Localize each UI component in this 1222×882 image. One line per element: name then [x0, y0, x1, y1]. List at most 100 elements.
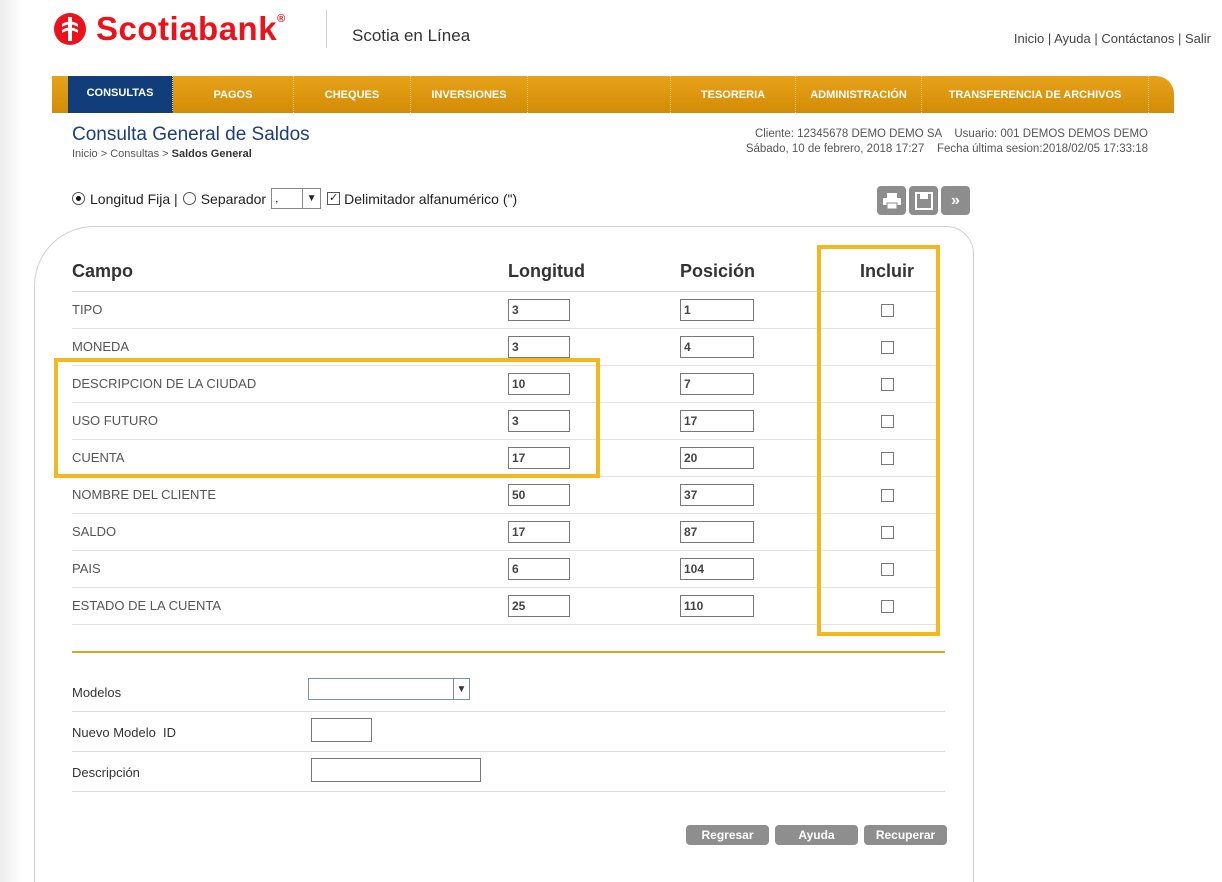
- position-input[interactable]: 20: [680, 446, 754, 469]
- length-input[interactable]: 3: [508, 335, 570, 358]
- nav-cheques[interactable]: CHEQUES: [294, 76, 411, 113]
- separator-value: ,: [275, 191, 279, 205]
- header-campo: Campo: [72, 253, 508, 292]
- nav-transferencia-archivos[interactable]: TRANSFERENCIA DE ARCHIVOS: [922, 76, 1149, 113]
- descripcion-label: Descripción: [72, 765, 140, 780]
- header-posicion: Posición: [680, 253, 834, 292]
- table-row: USO FUTURO 3 17: [72, 402, 940, 440]
- nuevo-modelo-row: Nuevo Modelo ID: [72, 712, 945, 752]
- nav-pagos[interactable]: PAGOS: [173, 76, 294, 113]
- scotiabank-globe-icon: [52, 11, 88, 47]
- table-row: SALDO 17 87: [72, 513, 940, 551]
- length-input[interactable]: 10: [508, 372, 570, 395]
- include-checkbox[interactable]: [880, 415, 894, 429]
- link-inicio[interactable]: Inicio: [1014, 31, 1044, 46]
- length-input[interactable]: 25: [508, 594, 570, 617]
- field-name: PAIS: [72, 550, 508, 588]
- main-nav: CONSULTAS PAGOS CHEQUES INVERSIONES TESO…: [52, 76, 1174, 113]
- ayuda-button[interactable]: Ayuda: [775, 825, 858, 845]
- section-divider: [72, 651, 945, 653]
- save-icon[interactable]: [909, 186, 938, 215]
- chevron-down-icon: ▼: [302, 189, 320, 208]
- position-input[interactable]: 4: [680, 335, 754, 358]
- length-input[interactable]: 17: [508, 446, 570, 469]
- table-row: CUENTA 17 20: [72, 439, 940, 477]
- length-input[interactable]: 17: [508, 520, 570, 543]
- include-checkbox[interactable]: [880, 600, 894, 614]
- client-line: Cliente: 12345678 DEMO DEMO SA Usuario: …: [754, 128, 1148, 140]
- chevron-down-icon: ▼: [453, 679, 469, 699]
- table-row: TIPO 3 1: [72, 291, 940, 329]
- forward-icon[interactable]: »: [941, 186, 970, 215]
- page-title: Consulta General de Saldos: [72, 124, 310, 145]
- descripcion-row: Descripción: [72, 752, 945, 792]
- print-icon[interactable]: [877, 186, 906, 215]
- breadcrumb: Inicio > Consultas > Saldos General: [72, 148, 252, 160]
- nav-tesoreria[interactable]: TESORERIA: [671, 76, 796, 113]
- link-contactanos[interactable]: Contáctanos: [1101, 31, 1174, 46]
- field-name: TIPO: [72, 291, 508, 329]
- toolbar: »: [877, 186, 970, 215]
- recuperar-button[interactable]: Recuperar: [864, 825, 947, 845]
- modelos-label: Modelos: [72, 685, 122, 700]
- include-checkbox[interactable]: [880, 526, 894, 540]
- descripcion-input[interactable]: [311, 758, 481, 782]
- nav-administracion[interactable]: ADMINISTRACIÓN: [796, 76, 922, 113]
- field-name: ESTADO DE LA CUENTA: [72, 587, 508, 625]
- delimiter-checkbox[interactable]: ✓: [327, 192, 341, 205]
- action-buttons: Regresar Ayuda Recuperar: [686, 825, 947, 845]
- field-name: MONEDA: [72, 328, 508, 366]
- field-name: NOMBRE DEL CLIENTE: [72, 476, 508, 514]
- modelos-select[interactable]: ▼: [308, 678, 470, 700]
- length-input[interactable]: 6: [508, 557, 570, 580]
- separator-label: Separador: [200, 190, 267, 207]
- include-checkbox[interactable]: [880, 489, 894, 503]
- link-ayuda[interactable]: Ayuda: [1054, 31, 1091, 46]
- separator-radio[interactable]: [182, 192, 196, 205]
- include-checkbox[interactable]: [880, 563, 894, 577]
- length-input[interactable]: 50: [508, 483, 570, 506]
- link-separator: |: [1044, 31, 1055, 46]
- separator-select[interactable]: , ▼: [271, 188, 322, 209]
- left-edge-shadow: [0, 0, 22, 882]
- link-salir[interactable]: Salir: [1185, 31, 1211, 46]
- header-incluir: Incluir: [834, 253, 940, 292]
- table-header-row: Campo Longitud Posición Incluir: [72, 253, 940, 292]
- position-input[interactable]: 17: [680, 409, 754, 432]
- client-info: Cliente: 12345678 DEMO DEMO SA Usuario: …: [746, 127, 1148, 157]
- include-checkbox[interactable]: [880, 304, 894, 318]
- position-input[interactable]: 1: [680, 298, 754, 321]
- length-input[interactable]: 3: [508, 409, 570, 432]
- registered-mark: ®: [277, 13, 286, 25]
- table-row: DESCRIPCION DE LA CIUDAD 10 7: [72, 365, 940, 403]
- brand-name: Scotiabank: [96, 10, 278, 47]
- session-date-line: Sábado, 10 de febrero, 2018 17:27 Fecha …: [745, 143, 1148, 155]
- format-options: Longitud Fija | Separador , ▼ ✓ Delimita…: [72, 188, 517, 209]
- scotiabank-logo[interactable]: Scotiabank ®: [52, 10, 285, 48]
- position-input[interactable]: 37: [680, 483, 754, 506]
- nav-consultas[interactable]: CONSULTAS: [68, 76, 173, 113]
- fixed-length-label: Longitud Fija |: [90, 190, 178, 207]
- header-divider: [326, 10, 327, 48]
- nav-inversiones[interactable]: INVERSIONES: [411, 76, 528, 113]
- include-checkbox[interactable]: [880, 341, 894, 355]
- field-name: DESCRIPCION DE LA CIUDAD: [72, 365, 508, 403]
- include-checkbox[interactable]: [880, 452, 894, 466]
- table-row: PAIS 6 104: [72, 550, 940, 588]
- table-row: MONEDA 3 4: [72, 328, 940, 366]
- table-row: NOMBRE DEL CLIENTE 50 37: [72, 476, 940, 514]
- field-name: USO FUTURO: [72, 402, 508, 440]
- regresar-button[interactable]: Regresar: [686, 825, 769, 845]
- nuevo-modelo-id-input[interactable]: [311, 718, 372, 742]
- position-input[interactable]: 110: [680, 594, 754, 617]
- length-input[interactable]: 3: [508, 298, 570, 321]
- breadcrumb-path[interactable]: Inicio > Consultas >: [72, 148, 172, 160]
- position-input[interactable]: 7: [680, 372, 754, 395]
- link-separator: |: [1090, 31, 1102, 46]
- fixed-length-radio[interactable]: [72, 192, 85, 205]
- position-input[interactable]: 104: [680, 557, 754, 580]
- position-input[interactable]: 87: [680, 520, 754, 543]
- include-checkbox[interactable]: [880, 378, 894, 392]
- header-longitud: Longitud: [508, 253, 680, 292]
- modelos-value: [309, 679, 453, 699]
